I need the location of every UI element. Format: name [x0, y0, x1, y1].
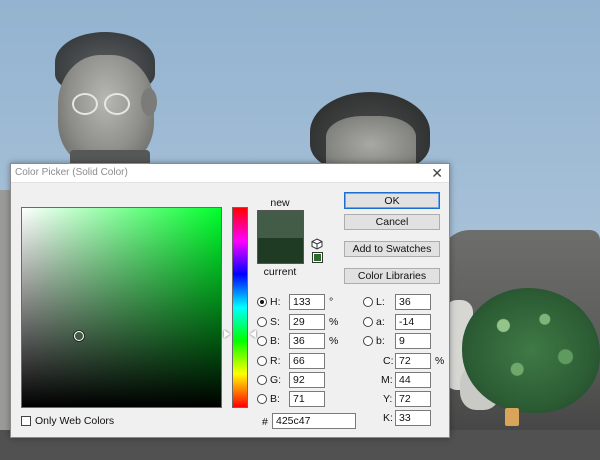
out-of-gamut-cube-icon[interactable] — [311, 238, 323, 250]
blue-input[interactable]: 71 — [289, 391, 325, 407]
brightness-radio[interactable] — [257, 336, 267, 346]
saturation-radio[interactable] — [257, 317, 267, 327]
lab-a-row: a: -14 — [363, 314, 443, 330]
black-row: K: 33 — [363, 410, 443, 426]
lab-l-label: L: — [376, 296, 385, 308]
lab-b-radio[interactable] — [363, 336, 373, 346]
brightness-input[interactable]: 36 — [289, 333, 325, 349]
cyan-label: C: — [383, 355, 394, 367]
only-web-colors-label: Only Web Colors — [35, 415, 115, 427]
magenta-row: M: 44 — [363, 372, 443, 388]
photo-bouquet — [462, 288, 600, 413]
saturation-row: S: 29 % — [257, 314, 347, 330]
green-row: G: 92 — [257, 372, 347, 388]
color-field-picker-ring[interactable] — [74, 331, 84, 341]
blue-row: B: 71 — [257, 391, 347, 407]
color-libraries-button[interactable]: Color Libraries — [344, 268, 440, 284]
saturation-label: S: — [270, 316, 280, 328]
hue-row: H: 133 ° — [257, 294, 347, 310]
hex-input[interactable]: 425c47 — [272, 413, 356, 429]
magenta-input[interactable]: 44 — [395, 372, 431, 388]
lab-b-row: b: 9 — [363, 333, 443, 349]
green-radio[interactable] — [257, 375, 267, 385]
ok-button[interactable]: OK — [344, 192, 440, 209]
dialog-title: Color Picker (Solid Color) — [15, 167, 128, 178]
lab-b-input[interactable]: 9 — [395, 333, 431, 349]
hue-input[interactable]: 133 — [289, 294, 325, 310]
yellow-label: Y: — [383, 393, 393, 405]
hue-unit: ° — [329, 296, 334, 308]
close-icon[interactable]: ✕ — [431, 165, 443, 181]
cyan-unit: % — [435, 355, 445, 367]
cyan-row: C: 72 % — [363, 353, 451, 369]
hex-prefix: # — [262, 416, 268, 428]
color-picker-dialog: Color Picker (Solid Color) ✕ new current… — [10, 163, 450, 438]
blue-label: B: — [270, 393, 280, 405]
hue-slider-right-arrow-icon[interactable] — [250, 330, 256, 338]
current-color-label: current — [263, 266, 297, 278]
lab-l-radio[interactable] — [363, 297, 373, 307]
red-row: R: 66 — [257, 353, 347, 369]
blue-radio[interactable] — [257, 394, 267, 404]
cyan-input[interactable]: 72 — [395, 353, 431, 369]
web-safe-swatch-icon[interactable] — [312, 252, 323, 263]
color-field[interactable] — [21, 207, 222, 408]
magenta-label: M: — [381, 374, 393, 386]
hue-slider-left-arrow-icon[interactable] — [224, 330, 230, 338]
new-color-label: new — [270, 197, 290, 209]
lab-l-input[interactable]: 36 — [395, 294, 431, 310]
red-radio[interactable] — [257, 356, 267, 366]
hue-slider[interactable] — [232, 207, 248, 408]
black-label: K: — [383, 412, 393, 424]
hue-radio[interactable] — [257, 297, 267, 307]
saturation-input[interactable]: 29 — [289, 314, 325, 330]
current-color-swatch[interactable] — [258, 238, 303, 263]
green-input[interactable]: 92 — [289, 372, 325, 388]
photo-ribbon — [505, 408, 519, 426]
add-to-swatches-button[interactable]: Add to Swatches — [344, 241, 440, 257]
green-label: G: — [270, 374, 282, 386]
dialog-titlebar[interactable]: Color Picker (Solid Color) ✕ — [11, 164, 449, 183]
brightness-row: B: 36 % — [257, 333, 347, 349]
yellow-input[interactable]: 72 — [395, 391, 431, 407]
only-web-colors-checkbox[interactable] — [21, 416, 31, 426]
lab-a-input[interactable]: -14 — [395, 314, 431, 330]
lab-l-row: L: 36 — [363, 294, 443, 310]
saturation-unit: % — [329, 316, 339, 328]
lab-a-label: a: — [376, 316, 385, 328]
photo-woman-face — [326, 116, 416, 168]
hue-label: H: — [270, 296, 281, 308]
black-input[interactable]: 33 — [395, 410, 431, 426]
red-label: R: — [270, 355, 281, 367]
cancel-button[interactable]: Cancel — [344, 214, 440, 230]
new-color-swatch — [258, 211, 303, 238]
photo-man-glasses-right — [104, 93, 130, 115]
lab-a-radio[interactable] — [363, 317, 373, 327]
yellow-row: Y: 72 — [363, 391, 443, 407]
photo-man-ear — [141, 88, 157, 116]
lab-b-label: b: — [376, 335, 385, 347]
brightness-label: B: — [270, 335, 280, 347]
photo-man-glasses-left — [72, 93, 98, 115]
brightness-unit: % — [329, 335, 339, 347]
red-input[interactable]: 66 — [289, 353, 325, 369]
color-preview — [257, 210, 304, 264]
